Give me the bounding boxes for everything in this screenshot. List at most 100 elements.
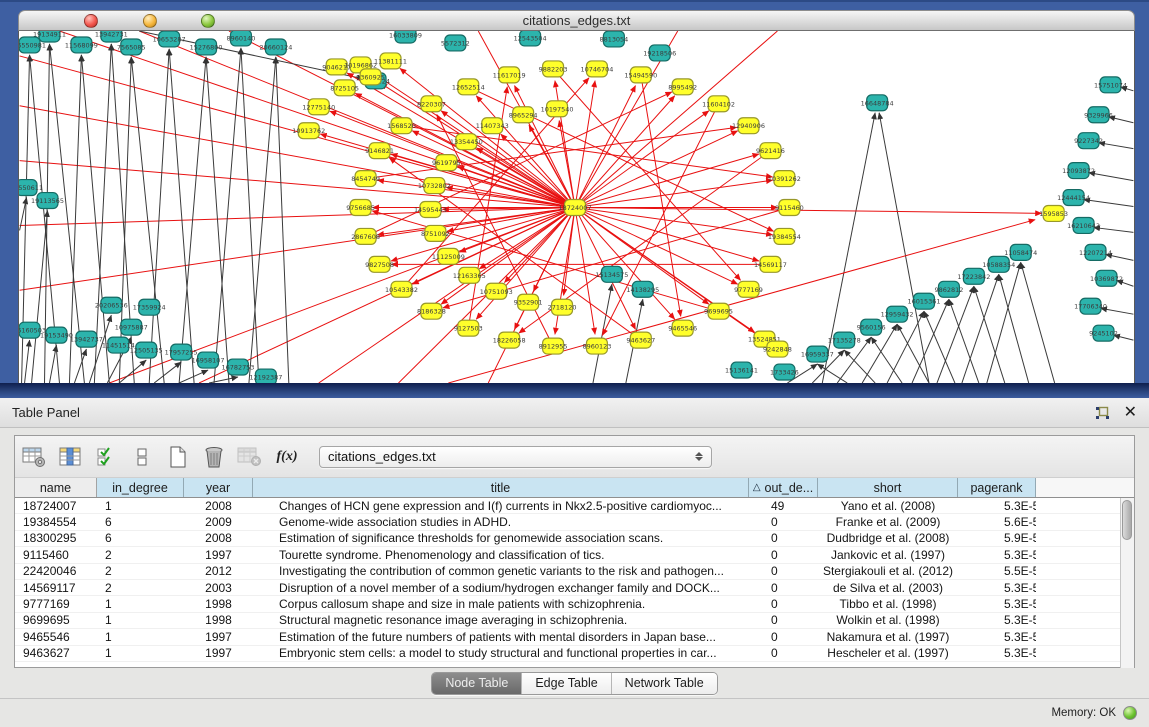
network-node[interactable]: 8912955 — [539, 338, 568, 354]
cell-indegree[interactable]: 2 — [97, 581, 184, 595]
table-row[interactable]: 946362711997Embryonic stem cells: a mode… — [15, 646, 1120, 662]
network-node[interactable]: 9777169 — [734, 281, 763, 297]
cell-pagerank[interactable]: 5.3E-5 — [958, 613, 1036, 627]
vertical-scrollbar[interactable] — [1120, 498, 1134, 668]
cell-pagerank[interactable]: 5.5E-5 — [958, 564, 1036, 578]
float-panel-icon[interactable] — [1095, 406, 1110, 420]
network-node[interactable]: 5572312 — [441, 35, 470, 51]
table-row[interactable]: 911546021997Tourette syndrome. Phenomeno… — [15, 547, 1120, 563]
network-node[interactable]: 8725105 — [330, 80, 359, 96]
new-file-icon[interactable] — [164, 443, 191, 471]
network-node[interactable]: 9329966 — [1084, 107, 1113, 123]
cell-short[interactable]: Tibbo et al. (1998) — [818, 597, 958, 611]
table-row[interactable]: 1456911722003Disruption of a novel membe… — [15, 580, 1120, 596]
memory-status-icon[interactable] — [1123, 706, 1137, 720]
network-node[interactable]: 17706340 — [1074, 298, 1107, 314]
cell-year[interactable]: 1997 — [184, 630, 253, 644]
cell-short[interactable]: de Silva et al. (2003) — [818, 581, 958, 595]
cell-indegree[interactable]: 6 — [97, 515, 184, 529]
column-header-title[interactable]: title — [253, 478, 749, 497]
network-node[interactable]: 15134575 — [595, 266, 628, 282]
cell-pagerank[interactable]: 5.3E-5 — [958, 630, 1036, 644]
cell-title[interactable]: Estimation of the future numbers of pati… — [253, 630, 749, 644]
cell-title[interactable]: Changes of HCN gene expression and I(f) … — [253, 499, 749, 513]
column-header-name[interactable]: name — [15, 478, 97, 497]
network-node[interactable]: 9827508 — [365, 256, 394, 272]
cell-outde[interactable]: 0 — [749, 515, 818, 529]
cell-year[interactable]: 2008 — [184, 531, 253, 545]
cell-year[interactable]: 2009 — [184, 515, 253, 529]
network-node[interactable]: 12444154 — [1057, 190, 1090, 206]
network-node[interactable]: 8220307 — [417, 96, 446, 112]
network-node[interactable]: 14569117 — [754, 256, 787, 272]
network-node[interactable]: 17359924 — [133, 299, 166, 315]
function-builder-icon[interactable]: f(x) — [272, 443, 302, 471]
network-node[interactable]: 10746704 — [580, 61, 613, 77]
cell-outde[interactable]: 0 — [749, 581, 818, 595]
network-node[interactable]: 15136141 — [725, 362, 758, 378]
close-panel-icon[interactable]: ✕ — [1124, 405, 1137, 421]
network-node[interactable]: 15276800 — [190, 39, 223, 55]
table-row[interactable]: 977716911998Corpus callosum shape and si… — [15, 596, 1120, 612]
column-header-year[interactable]: year — [184, 478, 253, 497]
cell-name[interactable]: 18724007 — [15, 499, 97, 513]
cell-outde[interactable]: 49 — [749, 499, 818, 513]
cell-indegree[interactable]: 2 — [97, 564, 184, 578]
cell-outde[interactable]: 0 — [749, 531, 818, 545]
network-node[interactable]: 8995492 — [668, 79, 697, 95]
network-node[interactable]: 9227342 — [1074, 133, 1103, 149]
cell-indegree[interactable]: 1 — [97, 499, 184, 513]
network-node[interactable]: 15494590 — [624, 67, 657, 83]
network-node[interactable]: 14595443 — [414, 202, 447, 218]
network-node[interactable]: 9115460 — [775, 200, 804, 216]
column-header-short[interactable]: short — [818, 478, 958, 497]
cell-title[interactable]: Estimation of significance thresholds fo… — [253, 531, 749, 545]
cell-pagerank[interactable]: 5.6E-5 — [958, 515, 1036, 529]
table-select-dropdown[interactable]: citations_edges.txt — [319, 446, 712, 468]
cell-pagerank[interactable]: 5.3E-5 — [958, 499, 1036, 513]
cell-year[interactable]: 2008 — [184, 499, 253, 513]
network-node[interactable]: 19113565 — [31, 193, 64, 209]
network-node[interactable]: 8813054 — [599, 31, 628, 47]
network-node[interactable]: 11058474 — [1004, 244, 1037, 260]
network-node[interactable]: 9242848 — [763, 341, 792, 357]
cell-indegree[interactable]: 2 — [97, 548, 184, 562]
network-node[interactable]: 18226058 — [493, 332, 526, 348]
cell-year[interactable]: 1998 — [184, 597, 253, 611]
network-node[interactable]: 7565085 — [117, 39, 146, 55]
cell-year[interactable]: 1997 — [184, 548, 253, 562]
cell-title[interactable]: Disruption of a novel member of a sodium… — [253, 581, 749, 595]
network-node[interactable]: 8965294 — [509, 107, 538, 123]
network-node[interactable]: 10369872 — [1090, 270, 1123, 286]
network-node[interactable]: 16210643 — [1067, 217, 1100, 233]
network-node[interactable]: 17223842 — [957, 268, 990, 284]
select-all-rows-icon[interactable] — [92, 443, 119, 471]
cell-year[interactable]: 2012 — [184, 564, 253, 578]
cell-indegree[interactable]: 1 — [97, 646, 184, 660]
cell-short[interactable]: Dudbridge et al. (2008) — [818, 531, 958, 545]
cell-name[interactable]: 18300295 — [15, 531, 97, 545]
table-row[interactable]: 946554611997Estimation of the future num… — [15, 629, 1120, 645]
row-height-icon[interactable] — [128, 443, 155, 471]
cell-name[interactable]: 9777169 — [15, 597, 97, 611]
network-node[interactable]: 16648784 — [861, 95, 894, 111]
cell-name[interactable]: 9115460 — [15, 548, 97, 562]
network-node[interactable]: 11617019 — [493, 67, 526, 83]
network-node[interactable]: 16033809 — [389, 31, 422, 43]
network-node[interactable]: 15751074 — [1094, 77, 1127, 93]
cell-name[interactable]: 9465546 — [15, 630, 97, 644]
cell-outde[interactable]: 0 — [749, 597, 818, 611]
network-node[interactable]: 9619795 — [432, 155, 461, 171]
network-node[interactable]: 9862812 — [935, 281, 964, 297]
select-columns-icon[interactable] — [56, 443, 83, 471]
cell-title[interactable]: Corpus callosum shape and size in male p… — [253, 597, 749, 611]
network-node[interactable]: 11568099 — [65, 37, 98, 53]
network-node[interactable]: 20660124 — [259, 39, 292, 55]
cell-pagerank[interactable]: 5.3E-5 — [958, 597, 1036, 611]
network-node[interactable]: 8960123 — [583, 338, 612, 354]
cell-outde[interactable]: 0 — [749, 630, 818, 644]
network-node[interactable]: 10588354 — [982, 256, 1015, 272]
column-header-pagerank[interactable]: pagerank — [958, 478, 1036, 497]
cell-short[interactable]: Jankovic et al. (1997) — [818, 548, 958, 562]
network-node[interactable]: 10913762 — [292, 123, 325, 139]
